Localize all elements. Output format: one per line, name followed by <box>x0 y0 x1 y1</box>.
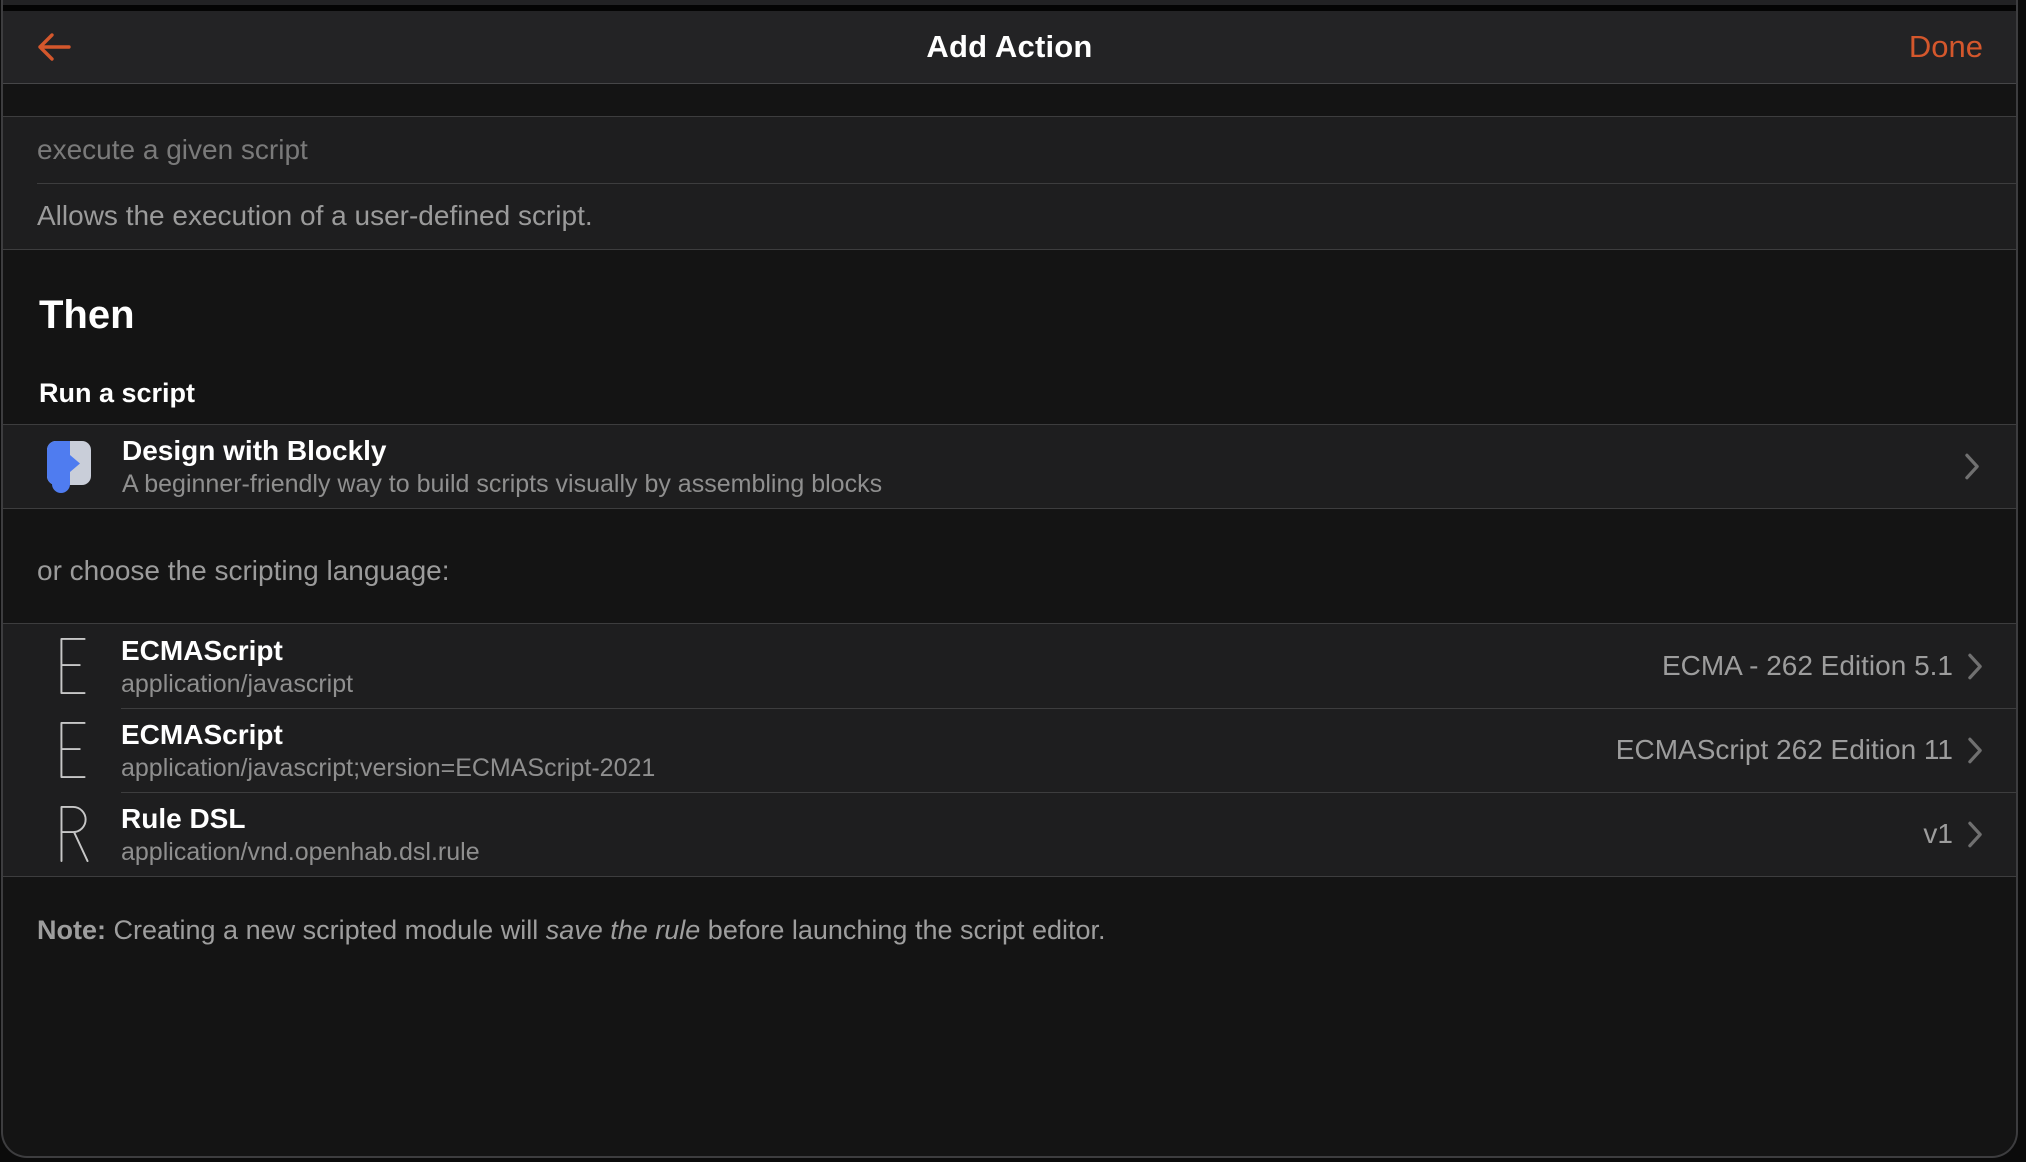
then-heading: Then <box>39 293 135 337</box>
language-version: v1 <box>1923 818 1953 849</box>
blockly-title: Design with Blockly <box>122 435 387 466</box>
run-a-script-heading: Run a script <box>39 378 196 408</box>
language-letter-icon <box>60 638 90 694</box>
note-body-end: before launching the script editor. <box>700 915 1106 945</box>
language-letter-icon <box>60 722 90 778</box>
language-title: Rule DSL <box>121 802 246 834</box>
note-italic: save the rule <box>545 915 701 945</box>
module-description-row: Allows the execution of a user-defined s… <box>3 183 2016 249</box>
language-mime: application/vnd.openhab.dsl.rule <box>121 837 480 866</box>
done-button[interactable]: Done <box>1909 29 1983 65</box>
blockly-subtitle: A beginner-friendly way to build scripts… <box>122 470 883 498</box>
script-language-row[interactable]: Rule DSL application/vnd.openhab.dsl.rul… <box>3 792 2016 876</box>
design-with-blockly-row[interactable]: Design with Blockly A beginner-friendly … <box>3 425 2016 508</box>
language-title: ECMAScript <box>121 718 283 750</box>
chevron-right-icon <box>1968 821 1982 847</box>
chevron-right-icon <box>1968 653 1982 679</box>
language-mime: application/javascript <box>121 669 354 698</box>
language-letter-icon <box>60 806 90 862</box>
add-action-modal: { "accent_color": "#d4572c", "navbar": {… <box>0 0 2026 1162</box>
page-title: Add Action <box>926 29 1093 64</box>
module-title-input[interactable] <box>37 134 1982 166</box>
script-language-row[interactable]: ECMAScript application/javascript;versio… <box>3 708 2016 792</box>
module-title-list: Allows the execution of a user-defined s… <box>3 116 2016 250</box>
or-choose-language-label: or choose the scripting language: <box>37 555 450 586</box>
blockly-icon <box>47 440 91 493</box>
blockly-list: Design with Blockly A beginner-friendly … <box>3 424 2016 509</box>
chevron-right-icon <box>1968 737 1982 763</box>
module-description-text: Allows the execution of a user-defined s… <box>37 200 593 231</box>
note-body-start: Creating a new scripted module will <box>106 915 546 945</box>
script-language-row[interactable]: ECMAScript application/javascript ECMA -… <box>3 624 2016 708</box>
language-title: ECMAScript <box>121 634 283 666</box>
modal-sheet: Add Action Done Allows the execution of … <box>1 0 2018 1158</box>
language-mime: application/javascript;version=ECMAScrip… <box>121 753 656 782</box>
module-title-row[interactable] <box>3 117 2016 183</box>
language-version: ECMAScript 262 Edition 11 <box>1615 734 1953 765</box>
chevron-right-icon <box>1965 453 1979 480</box>
back-button[interactable] <box>36 32 72 62</box>
script-language-list: ECMAScript application/javascript ECMA -… <box>3 623 2016 877</box>
note-prefix: Note: <box>37 915 106 945</box>
navbar: Add Action Done <box>3 11 2016 84</box>
note-text: Note: Creating a new scripted module wil… <box>37 913 1982 947</box>
back-arrow-icon <box>38 33 71 61</box>
language-version: ECMA - 262 Edition 5.1 <box>1661 650 1953 681</box>
